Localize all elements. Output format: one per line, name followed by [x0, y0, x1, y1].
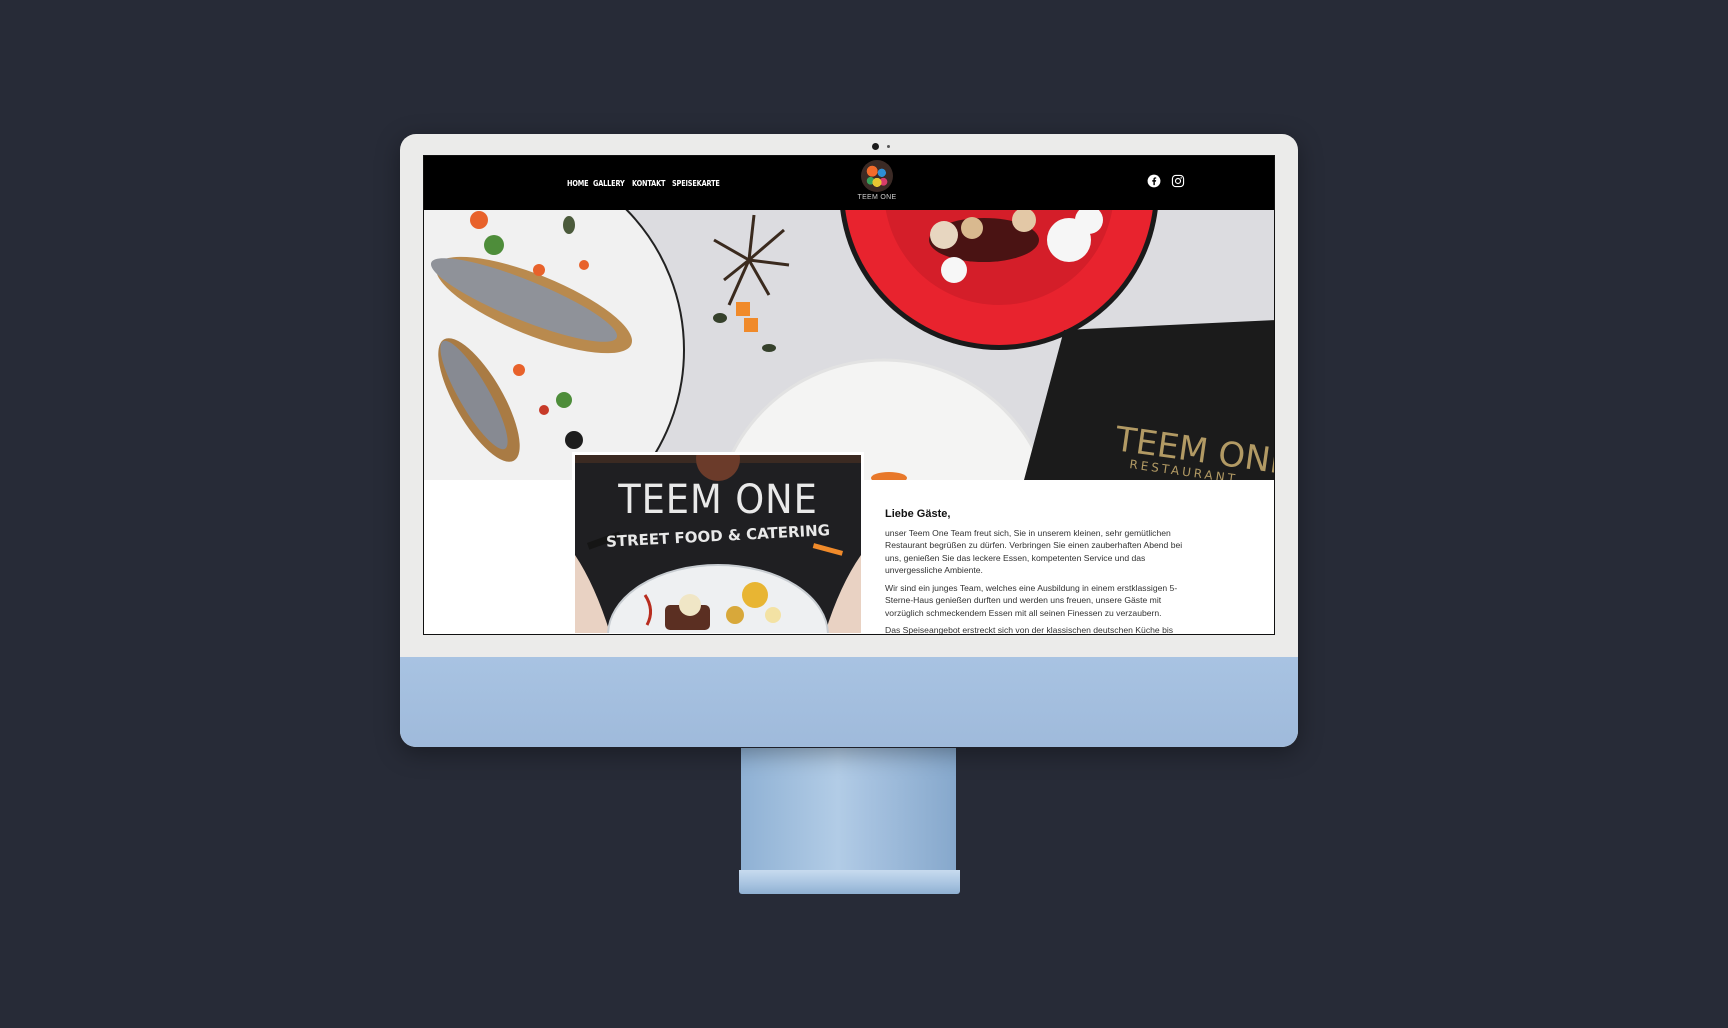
- team-photo: TEEM ONE STREET FOOD & CATERING: [572, 452, 864, 634]
- facebook-icon[interactable]: [1147, 174, 1161, 188]
- intro-paragraph: unser Teem One Team freut sich, Sie in u…: [885, 527, 1183, 576]
- team-paragraph: Wir sind ein junges Team, welches eine A…: [885, 582, 1178, 618]
- menu-paragraph: Das Speiseangebot erstreckt sich von der…: [885, 625, 1174, 635]
- social-links: [1147, 174, 1185, 188]
- shirt-title: TEEM ONE: [618, 477, 818, 523]
- nav-home[interactable]: HOME: [567, 179, 589, 188]
- hero-image: TEEM ONE RESTAURANT: [424, 210, 1274, 480]
- imac-stand: [741, 748, 956, 878]
- logo-text: TEEM ONE: [857, 194, 897, 201]
- nav-speisekarte[interactable]: SPEISEKARTE: [672, 179, 720, 188]
- main-nav: HOME GALLERY KONTAKT SPEISEKARTE: [567, 179, 725, 188]
- welcome-text: Liebe Gäste, unser Teem One Team freut s…: [885, 508, 1185, 635]
- sensor-dot: [887, 145, 890, 148]
- website-screen: HOME GALLERY KONTAKT SPEISEKARTE TEEM ON…: [423, 155, 1275, 635]
- logo-mark: [861, 160, 893, 192]
- nav-kontakt[interactable]: KONTAKT: [632, 179, 665, 188]
- site-logo[interactable]: TEEM ONE: [853, 160, 901, 208]
- imac-chin: [400, 657, 1298, 747]
- camera-dot: [872, 143, 879, 150]
- nav-gallery[interactable]: GALLERY: [593, 179, 625, 188]
- imac-stand-foot: [739, 870, 960, 894]
- greeting-heading: Liebe Gäste,: [885, 508, 951, 520]
- site-header: HOME GALLERY KONTAKT SPEISEKARTE TEEM ON…: [424, 156, 1274, 210]
- instagram-icon[interactable]: [1171, 174, 1185, 188]
